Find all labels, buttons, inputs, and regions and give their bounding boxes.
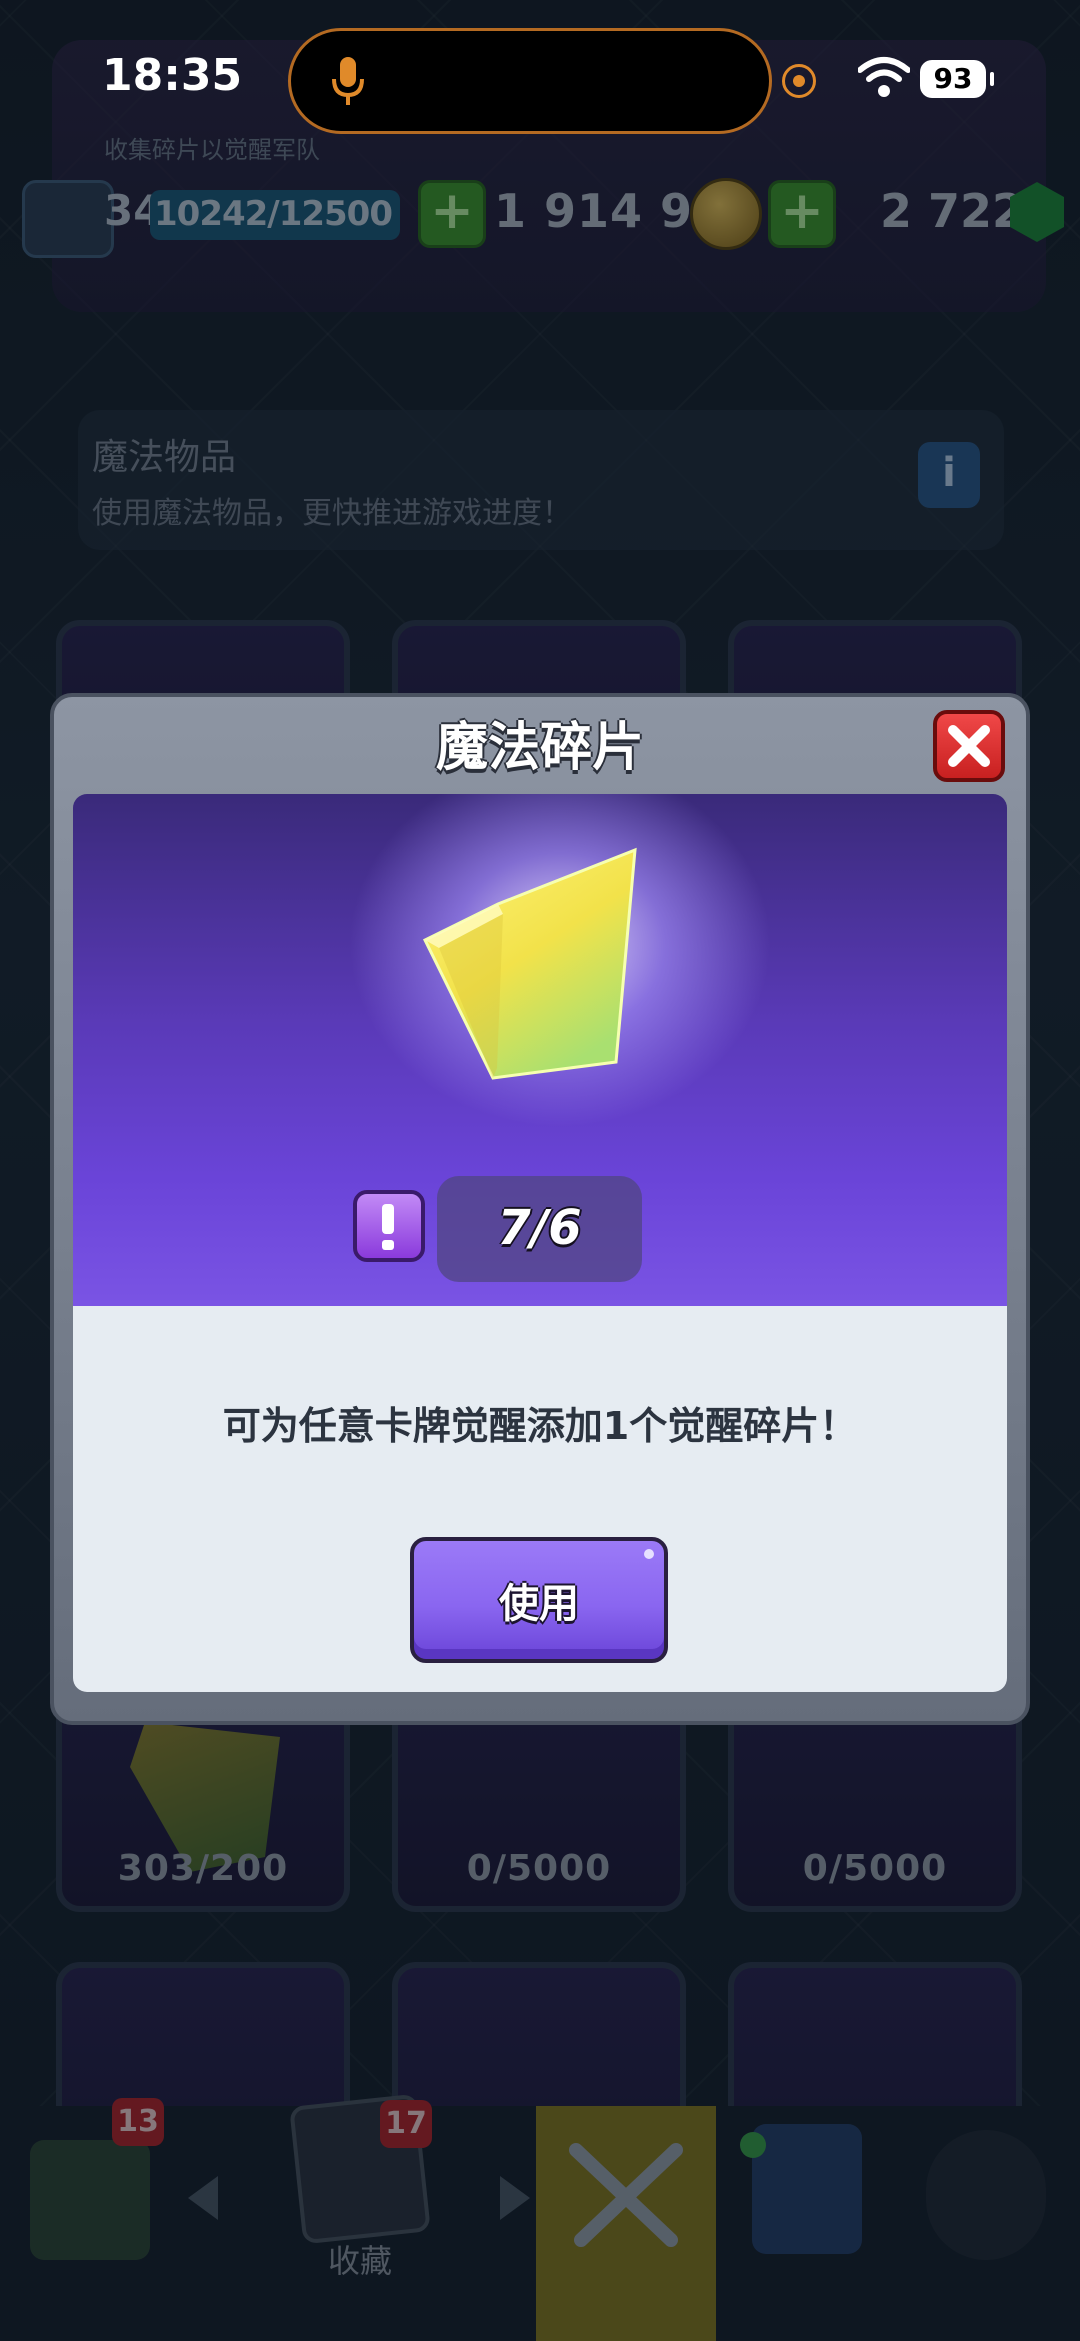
use-button-label: 使用: [499, 1581, 579, 1627]
microphone-icon: [332, 57, 364, 105]
exclamation-icon: [353, 1190, 425, 1262]
battery-indicator: 93: [920, 60, 994, 98]
dynamic-island: [288, 28, 772, 134]
status-bar: 18:35 93: [0, 0, 1080, 160]
close-button[interactable]: [933, 710, 1005, 782]
magic-shard-icon: [422, 847, 637, 1080]
wifi-icon: [858, 57, 910, 97]
modal-description: 可为任意卡牌觉醒添加1个觉醒碎片！: [222, 1404, 858, 1448]
modal-title: 魔法碎片: [435, 718, 644, 778]
close-icon: [948, 725, 990, 767]
shard-count: 7/6: [497, 1200, 582, 1256]
recording-indicator-icon: [782, 64, 816, 98]
clock: 18:35: [102, 50, 243, 101]
